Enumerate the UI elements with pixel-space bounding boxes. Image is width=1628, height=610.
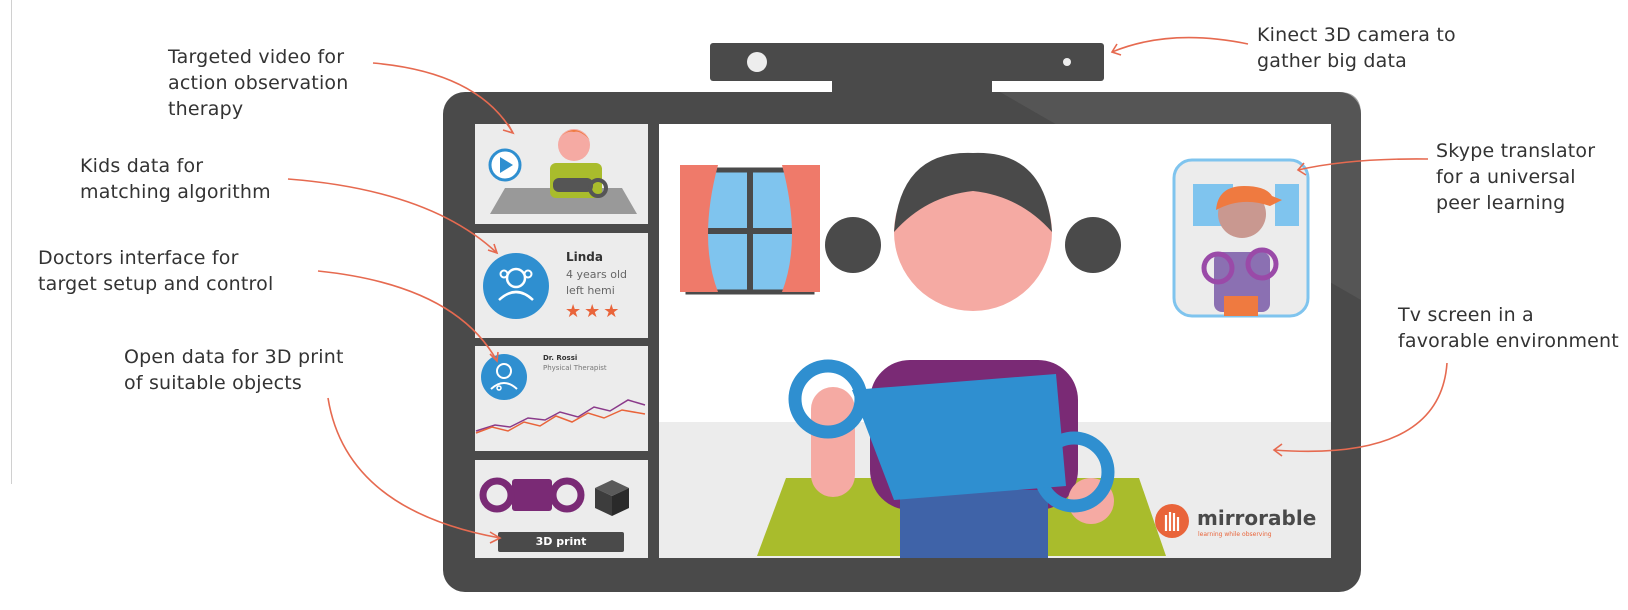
arrow-kinect [1111,36,1249,53]
brand-name: mirrorable [1197,506,1317,530]
brand-tagline: learning while observing [1198,531,1272,538]
kid-avatar-icon [483,253,549,319]
play-icon[interactable] [488,148,522,182]
kid-name: Linda [566,250,603,264]
annotation-tv: Tv screen in a favorable environment [1398,304,1619,352]
doctor-name: Dr. Rossi [543,354,578,362]
doctor-role: Physical Therapist [543,364,607,372]
kinect-sensor-icon [1063,58,1071,66]
doctor-avatar-icon [481,354,527,400]
hand-logo-icon [1155,504,1189,538]
annotation-video: Targeted video for action observation th… [168,46,349,120]
kid-rating-stars: ★★★ [565,301,623,322]
window [680,165,820,295]
kid-condition: left hemi [566,284,615,297]
kinect-lens-icon [747,52,767,72]
annotation-kids: Kids data for matching algorithm [80,155,271,203]
annotation-print: Open data for 3D print of suitable objec… [124,346,344,394]
kid-age: 4 years old [566,268,628,281]
annotation-doctors: Doctors interface for target setup and c… [38,247,274,295]
print-button-label[interactable]: 3D print [498,532,624,552]
skype-video-tile [1172,158,1310,318]
kinect-camera [710,43,1104,81]
annotation-skype: Skype translator for a universal peer le… [1436,140,1596,214]
annotation-kinect: Kinect 3D camera to gather big data [1257,24,1456,72]
kinect-mount [832,81,992,95]
main-scene [659,124,1331,558]
